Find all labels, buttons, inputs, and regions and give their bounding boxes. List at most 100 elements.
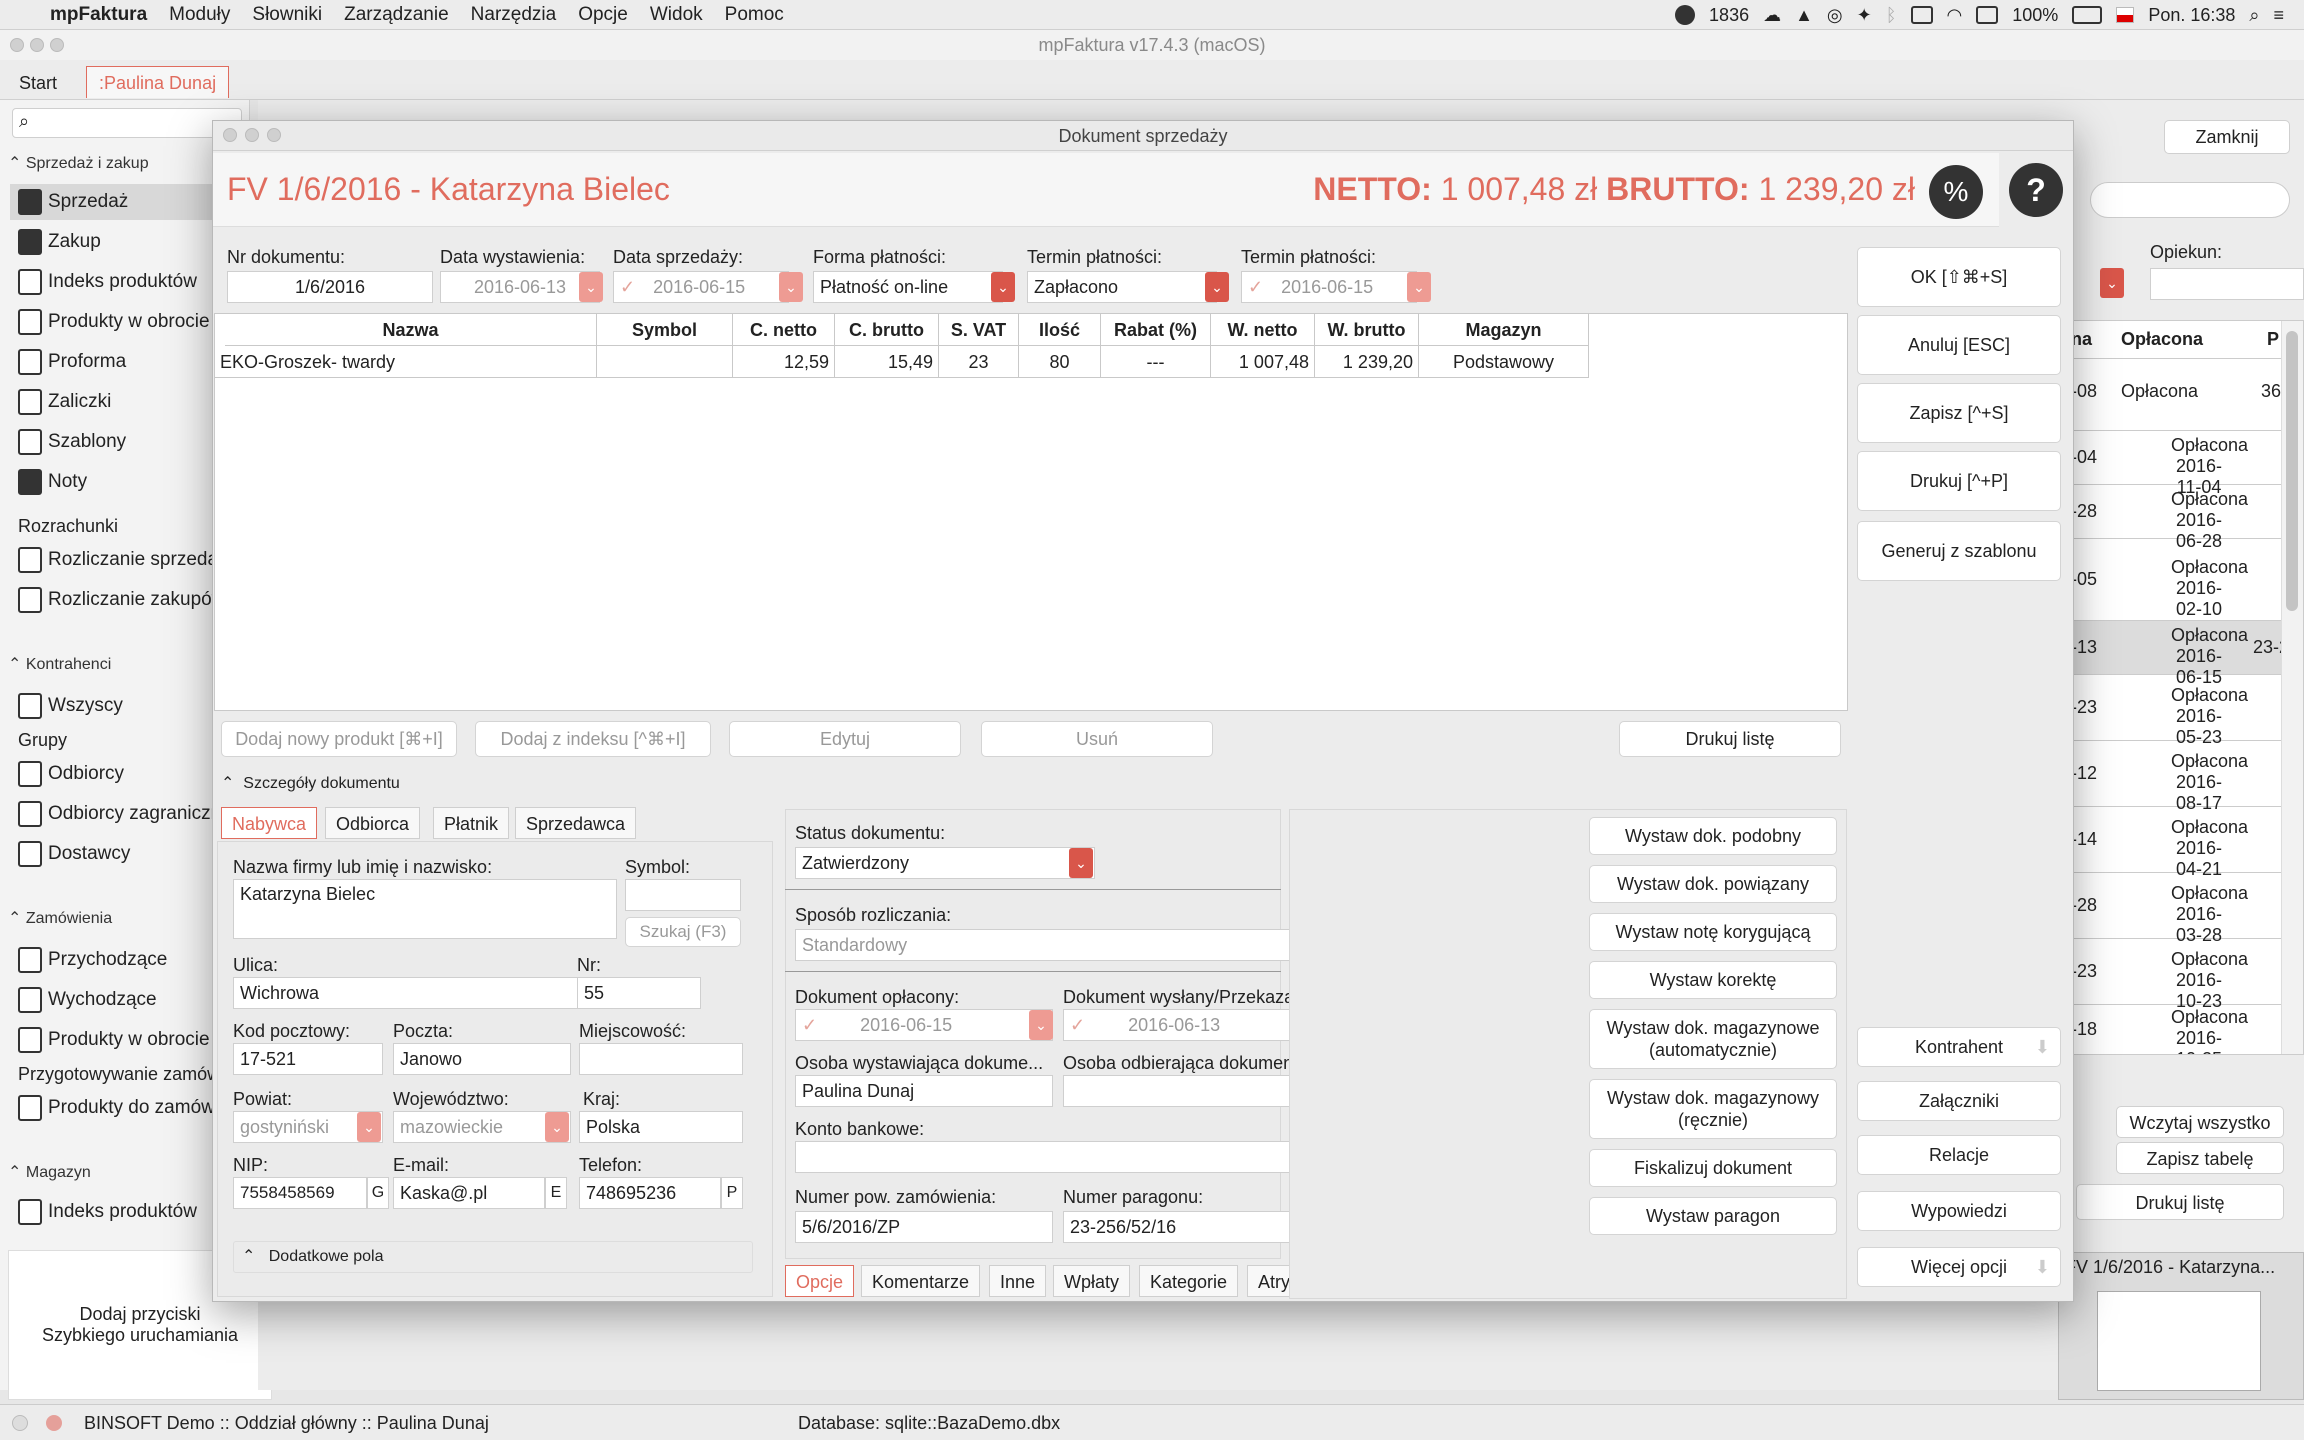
sidebar-item-rozliczanie-sprzedazy[interactable]: Rozliczanie sprzedaży [18,542,244,578]
cc-icon[interactable]: ◎ [1827,5,1843,26]
name-input[interactable]: Katarzyna Bielec [233,879,617,939]
email-tag-button[interactable]: E [545,1177,567,1209]
table-row-selected[interactable]: -13 Opłacona 2016-06-15 23-2 [2071,621,2303,687]
wifi-icon[interactable]: ◠ [1947,5,1963,26]
load-all-button[interactable]: Wczytaj wszystko [2116,1106,2284,1138]
save-button[interactable]: Zapisz [^+S] [1857,383,2061,443]
fiscalize-button[interactable]: Fiskalizuj dokument [1589,1149,1837,1187]
section-orders[interactable]: ⌃ Zamówienia [8,908,112,928]
city-input[interactable] [579,1043,743,1075]
tab-odbiorca[interactable]: Odbiorca [325,807,421,839]
bg-dropdown-icon[interactable]: ⌄ [2100,268,2124,298]
percent-badge-icon[interactable]: % [1929,165,1983,219]
country-input[interactable]: Polska [579,1111,743,1143]
extra-fields-toggle[interactable]: ⌃ Dodatkowe pola [233,1241,753,1273]
flag-icon[interactable] [2116,7,2135,23]
section-sales[interactable]: ⌃ Sprzedaż i zakup [8,153,149,173]
section-stock[interactable]: ⌃ Magazyn [8,1162,91,1182]
checkbox-icon[interactable]: ✓ [802,1015,817,1035]
control-center-icon[interactable]: ≡ [2273,5,2284,26]
doc-status-dropdown-icon[interactable]: ⌄ [1069,848,1093,878]
menu-zarzadzanie[interactable]: Zarządzanie [333,4,460,26]
sidebar-item-przychodzace[interactable]: Przychodzące [18,942,244,978]
table-scrollbar[interactable] [2281,321,2303,1054]
menu-moduly[interactable]: Moduły [158,4,241,26]
table-row[interactable]: -12 Opłacona 2016-08-17 [2071,741,2303,813]
col-header[interactable]: Ilość [1019,314,1101,346]
issue-related-button[interactable]: Wystaw dok. powiązany [1589,865,1837,903]
sale-date-input[interactable]: ✓ 2016-06-15 [613,271,789,303]
email-input[interactable]: Kaska@.pl [393,1177,545,1209]
table-row[interactable]: -18 Opłacona2016-10-25 [2071,1005,2303,1054]
sidebar-item-wszyscy[interactable]: Wszyscy [18,688,244,724]
battery-icon[interactable] [2072,6,2103,24]
symbol-input[interactable] [625,879,741,911]
issue-correction-note-button[interactable]: Wystaw notę korygującą [1589,913,1837,951]
issue-similar-button[interactable]: Wystaw dok. podobny [1589,817,1837,855]
close-button[interactable]: Zamknij [2164,120,2290,154]
sidebar-item-zakup[interactable]: Zakup [18,224,244,260]
term-date-input[interactable]: ✓ 2016-06-15 [1241,271,1417,303]
sidebar-item-indeks-magazyn[interactable]: Indeks produktów [18,1194,244,1230]
counter-icon[interactable] [1675,5,1696,25]
checkbox-icon[interactable]: ✓ [1070,1015,1085,1035]
dialog-zoom-button[interactable] [267,128,281,142]
sidebar-item-wychodzace[interactable]: Wychodzące [18,982,244,1018]
table-row[interactable]: -14 Opłacona 2016-04-21 [2071,807,2303,879]
delete-button[interactable]: Usuń [981,721,1213,757]
nr-input[interactable]: 1/6/2016 [227,271,433,303]
issue-date-input[interactable]: 2016-06-13 [440,271,600,303]
add-from-index-button[interactable]: Dodaj z indeksu [^⌘+I] [475,721,711,757]
term-dropdown-icon[interactable]: ⌄ [1205,272,1229,302]
tools-icon[interactable]: ✦ [1857,5,1872,26]
house-nr-input[interactable]: 55 [577,977,701,1009]
tab-kategorie[interactable]: Kategorie [1139,1265,1239,1297]
sidebar-item-odbiorcy[interactable]: Odbiorcy [18,756,244,792]
sent-date-input[interactable]: ✓ 2016-06-13 [1063,1009,1321,1041]
col-header[interactable]: C. netto [733,314,835,346]
ok-button[interactable]: OK [⇧⌘+S] [1857,247,2061,307]
sidebar-item-dostawcy[interactable]: Dostawcy [18,836,244,872]
cancel-button[interactable]: Anuluj [ESC] [1857,315,2061,375]
pay-form-select[interactable]: Płatność on-line [813,271,1003,303]
relations-button[interactable]: Relacje [1857,1135,2061,1175]
phone-tag-button[interactable]: P [721,1177,743,1209]
details-toggle[interactable]: ⌃ Szczegóły dokumentu [221,773,400,793]
issue-date-dropdown-icon[interactable]: ⌄ [579,272,603,302]
menu-pomoc[interactable]: Pomoc [714,4,795,26]
table-cell[interactable]: 1 239,20 [1315,346,1419,378]
zip-input[interactable]: 17-521 [233,1043,383,1075]
col-header[interactable]: Rabat (%) [1101,314,1211,346]
paid-date-input[interactable]: ✓ 2016-06-15 [795,1009,1053,1041]
sidebar-item-zaliczki[interactable]: Zaliczki [18,384,244,420]
doc-status-select[interactable]: Zatwierdzony [795,847,1095,879]
window-close-button[interactable] [10,38,24,52]
tab-nabywca[interactable]: Nabywca [221,807,318,839]
table-cell[interactable]: 80 [1019,346,1101,378]
clock[interactable]: Pon. 16:38 [2148,5,2235,26]
sidebar-item-odbiorcy-zagraniczni[interactable]: Odbiorcy zagraniczni [18,796,244,832]
menu-slowniki[interactable]: Słowniki [241,4,333,26]
bg-print-list-button[interactable]: Drukuj listę [2076,1184,2284,1220]
contractor-button[interactable]: Kontrahent ⬇ [1857,1027,2061,1067]
tab-platnik[interactable]: Płatnik [433,807,510,839]
print-list-button[interactable]: Drukuj listę [1619,721,1841,757]
table-cell[interactable]: EKO-Groszek- twardy [215,346,597,378]
sidebar-item-sprzedaz[interactable]: Sprzedaż [10,184,236,220]
sidebar-item-produkty-do-zamowienia[interactable]: Produkty do zamówienia [18,1090,244,1126]
receipt-nr-input[interactable]: 23-256/52/16 [1063,1211,1321,1243]
order-nr-input[interactable]: 5/6/2016/ZP [795,1211,1053,1243]
tab-sprzedawca[interactable]: Sprzedawca [515,807,637,839]
term-date-dropdown-icon[interactable]: ⌄ [1407,272,1431,302]
menu-opcje[interactable]: Opcje [567,4,639,26]
search-f3-button[interactable]: Szukaj (F3) [625,917,741,947]
sidebar-item-proforma[interactable]: Proforma [18,344,244,380]
more-options-button[interactable]: Więcej opcji ⬇ [1857,1247,2061,1287]
table-row[interactable]: -08 Opłacona 36 [2071,359,2303,431]
table-row[interactable]: -28 Opłacona 2016-03-28 [2071,873,2303,945]
sidebar-item-szablony[interactable]: Szablony [18,424,244,460]
col-header[interactable]: S. VAT [939,314,1019,346]
table-cell[interactable]: 12,59 [733,346,835,378]
drive-icon[interactable]: ▲ [1795,5,1813,26]
scrollbar-thumb[interactable] [2286,331,2298,611]
